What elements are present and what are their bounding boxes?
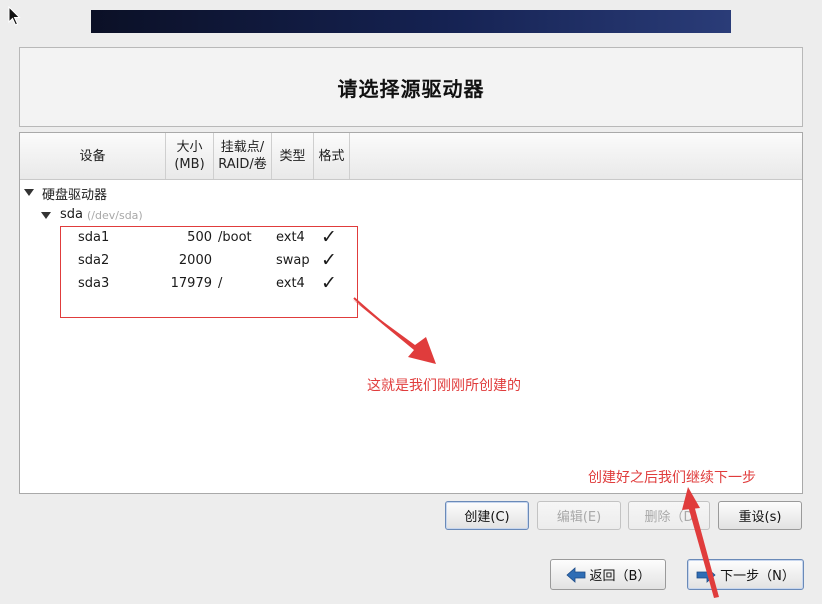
next-button-label: 下一步（N）	[720, 569, 795, 584]
installer-banner	[91, 10, 731, 33]
back-button-label: 返回（B）	[589, 569, 651, 584]
delete-button[interactable]: 删除（D	[628, 501, 710, 530]
disk-path: (/dev/sda)	[87, 209, 143, 222]
annotation-next-note: 创建好之后我们继续下一步	[588, 470, 756, 486]
column-header-size[interactable]: 大小 (MB)	[166, 133, 214, 179]
column-header-device[interactable]: 设备	[20, 133, 166, 179]
forward-arrow-icon	[696, 566, 716, 583]
disk-name: sda	[60, 207, 83, 222]
expander-down-icon[interactable]	[24, 189, 34, 196]
title-panel: 请选择源驱动器	[19, 47, 803, 127]
annotation-created-note: 这就是我们刚刚所创建的	[367, 378, 521, 394]
column-header-mount[interactable]: 挂载点/ RAID/卷	[214, 133, 272, 179]
back-button[interactable]: 返回（B）	[550, 559, 666, 590]
group-label: 硬盘驱动器	[42, 188, 108, 203]
page-title: 请选择源驱动器	[337, 76, 485, 101]
column-header-format[interactable]: 格式	[314, 133, 350, 179]
column-header-type[interactable]: 类型	[272, 133, 314, 179]
tree-row-disk[interactable]: sda (/dev/sda)	[20, 207, 320, 225]
tree-row-hard-drives[interactable]: 硬盘驱动器	[20, 184, 320, 203]
reset-button[interactable]: 重设(s)	[718, 501, 802, 530]
expander-down-icon[interactable]	[41, 212, 51, 219]
annotation-highlight-box	[60, 226, 358, 318]
create-button[interactable]: 创建(C)	[445, 501, 529, 530]
mouse-pointer-icon	[8, 6, 21, 26]
next-button[interactable]: 下一步（N）	[687, 559, 804, 590]
back-arrow-icon	[565, 566, 585, 583]
edit-button[interactable]: 编辑(E)	[537, 501, 621, 530]
tree-header: 设备 大小 (MB) 挂载点/ RAID/卷 类型 格式	[20, 133, 802, 180]
